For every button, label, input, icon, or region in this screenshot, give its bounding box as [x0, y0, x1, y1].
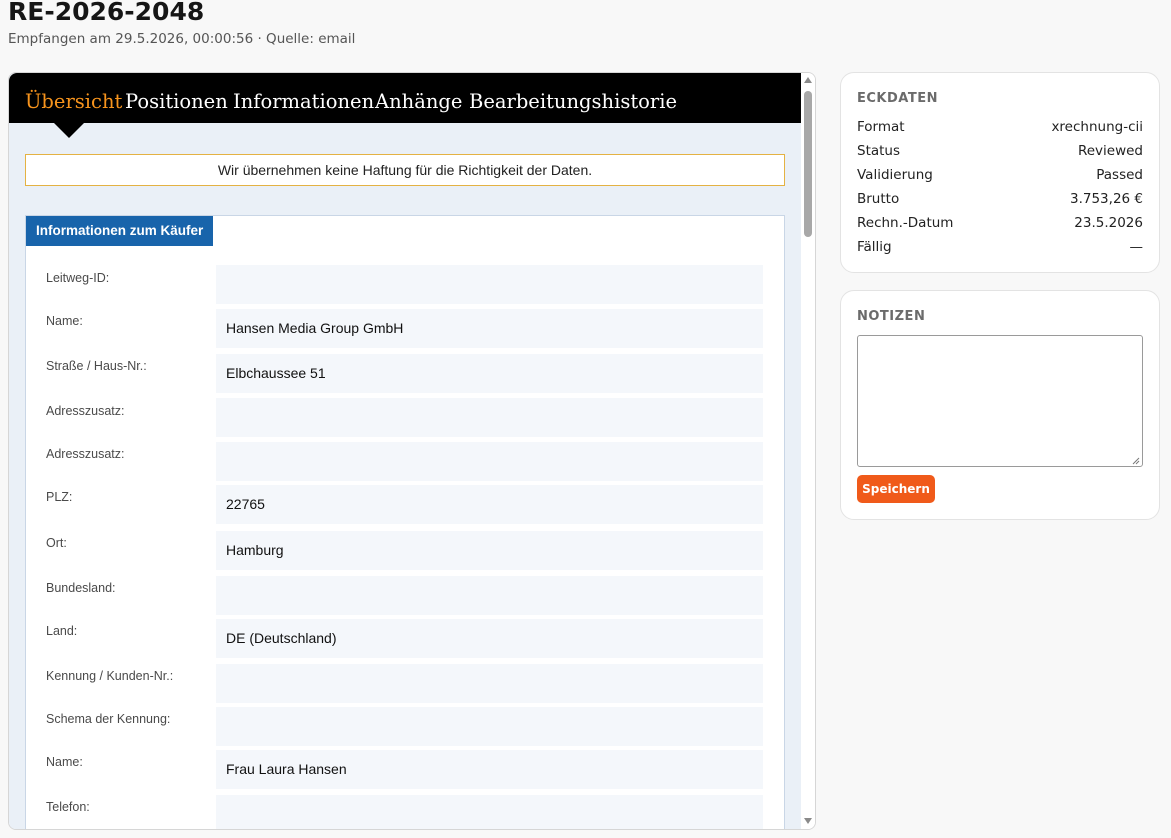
field-value-land: DE (Deutschland)	[216, 619, 763, 658]
eckdaten-key: Status	[857, 143, 901, 159]
scroll-thumb[interactable]	[804, 91, 812, 237]
field-label-adresszusatz: Adresszusatz:	[46, 404, 125, 418]
field-label-strasse: Straße / Haus-Nr.:	[46, 359, 147, 373]
eckdaten-value: 3.753,26 €	[1070, 191, 1143, 207]
eckdaten-key: Brutto	[857, 191, 900, 207]
tab-anhaenge[interactable]: Anhänge	[375, 90, 462, 113]
eckdaten-value: —	[1129, 239, 1144, 255]
field-value-adresszusatz	[216, 398, 763, 437]
field-label-telefon: Telefon:	[46, 800, 90, 814]
resize-grip-icon[interactable]	[1132, 457, 1140, 465]
eckdaten-key: Fällig	[857, 239, 892, 255]
eckdaten-row-rechnungsdatum: Rechn.-Datum 23.5.2026	[857, 215, 1143, 237]
eckdaten-value: Reviewed	[1077, 143, 1143, 159]
eckdaten-key: Rechn.-Datum	[857, 215, 954, 231]
eckdaten-title: ECKDATEN	[857, 91, 938, 106]
page-subtitle: Empfangen am 29.5.2026, 00:00:56 · Quell…	[8, 31, 356, 47]
active-tab-pointer	[54, 123, 84, 138]
field-label-kontakt-name: Name:	[46, 755, 83, 769]
tab-bearbeitungshistorie[interactable]: Bearbeitungshistorie	[469, 90, 677, 113]
eckdaten-value: 23.5.2026	[1074, 215, 1143, 231]
field-label-leitweg-id: Leitweg-ID:	[46, 271, 110, 285]
tab-bar: Übersicht Positionen Informationen Anhän…	[9, 73, 801, 123]
eckdaten-row-faellig: Fällig —	[857, 239, 1143, 261]
field-value-strasse: Elbchaussee 51	[216, 354, 763, 393]
field-label-plz: PLZ:	[46, 490, 73, 504]
field-value-kontakt-name: Frau Laura Hansen	[216, 750, 763, 789]
field-label-schema: Schema der Kennung:	[46, 712, 171, 726]
eckdaten-row-brutto: Brutto 3.753,26 €	[857, 191, 1143, 213]
field-value-ort: Hamburg	[216, 531, 763, 570]
field-label-kennung: Kennung / Kunden-Nr.:	[46, 669, 174, 683]
field-value-plz: 22765	[216, 485, 763, 524]
notizen-title: NOTIZEN	[857, 309, 926, 324]
eckdaten-card: ECKDATEN Format xrechnung-cii Status Rev…	[840, 72, 1160, 273]
field-label-land: Land:	[46, 624, 78, 638]
viewer-scrollbar[interactable]	[801, 73, 815, 829]
eckdaten-value: Passed	[1096, 167, 1143, 183]
eckdaten-key: Validierung	[857, 167, 933, 183]
save-button[interactable]: Speichern	[857, 475, 935, 503]
field-label-bundesland: Bundesland:	[46, 581, 116, 595]
tab-informationen[interactable]: Informationen	[233, 90, 374, 113]
eckdaten-row-format: Format xrechnung-cii	[857, 119, 1143, 141]
field-value-telefon	[216, 795, 763, 829]
page-title: RE-2026-2048	[8, 0, 205, 26]
eckdaten-value: xrechnung-cii	[1051, 119, 1143, 135]
field-value-bundesland	[216, 576, 763, 615]
field-value-kennung	[216, 664, 763, 703]
field-label-ort: Ort:	[46, 536, 67, 550]
eckdaten-row-status: Status Reviewed	[857, 143, 1143, 165]
scroll-down-arrow-icon[interactable]	[804, 818, 812, 824]
field-value-name: Hansen Media Group GmbH	[216, 309, 763, 348]
field-label-name: Name:	[46, 314, 83, 328]
scroll-up-arrow-icon[interactable]	[804, 77, 812, 83]
notes-textarea[interactable]	[857, 335, 1143, 467]
field-value-leitweg-id	[216, 265, 763, 304]
buyer-info-card: Informationen zum Käufer Leitweg-ID: Nam…	[25, 215, 785, 829]
tab-positionen[interactable]: Positionen	[125, 90, 228, 113]
eckdaten-key: Format	[857, 119, 905, 135]
invoice-viewer-content: Übersicht Positionen Informationen Anhän…	[9, 73, 801, 829]
field-value-adresszusatz-2	[216, 442, 763, 481]
eckdaten-row-validierung: Validierung Passed	[857, 167, 1143, 189]
field-value-schema	[216, 707, 763, 746]
tab-uebersicht[interactable]: Übersicht	[25, 90, 122, 113]
field-label-adresszusatz-2: Adresszusatz:	[46, 447, 125, 461]
disclaimer-banner: Wir übernehmen keine Haftung für die Ric…	[25, 154, 785, 186]
notizen-card: NOTIZEN Speichern	[840, 290, 1160, 520]
buyer-info-header: Informationen zum Käufer	[26, 216, 214, 246]
invoice-viewer: Übersicht Positionen Informationen Anhän…	[8, 72, 816, 830]
